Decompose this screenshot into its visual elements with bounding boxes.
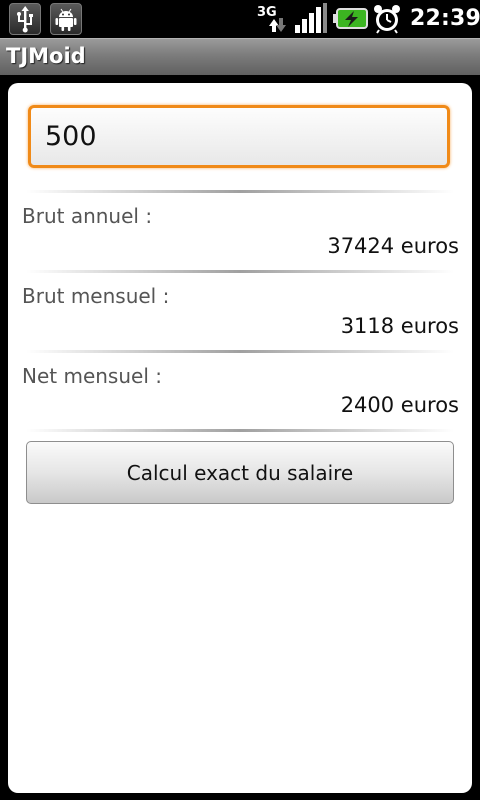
gross-monthly-value: 3118 euros [340, 314, 459, 338]
divider [26, 270, 454, 273]
signal-strength-icon [294, 3, 328, 34]
android-debug-icon[interactable] [50, 3, 82, 35]
app-title-bar: TJMoid [0, 38, 480, 75]
battery-charging-icon [333, 3, 369, 34]
status-bar: 3G 22:39 [0, 0, 480, 38]
network-type-label: 3G [257, 5, 277, 20]
usb-icon[interactable] [9, 3, 41, 35]
3g-data-icon: 3G [256, 3, 288, 34]
alarm-clock-icon [371, 3, 403, 34]
amount-input[interactable] [28, 105, 450, 168]
divider [26, 190, 454, 193]
net-monthly-value: 2400 euros [340, 393, 459, 417]
app-title: TJMoid [6, 44, 86, 68]
gross-monthly-label: Brut mensuel : [22, 284, 170, 308]
net-monthly-label: Net mensuel : [22, 364, 162, 388]
status-clock: 22:39 [410, 6, 480, 31]
gross-annual-value: 37424 euros [327, 234, 459, 258]
divider [26, 350, 454, 353]
calculate-exact-salary-button[interactable]: Calcul exact du salaire [26, 441, 454, 504]
main-content: Brut annuel : 37424 euros Brut mensuel :… [8, 83, 472, 793]
divider [26, 429, 454, 432]
gross-annual-label: Brut annuel : [22, 204, 153, 228]
